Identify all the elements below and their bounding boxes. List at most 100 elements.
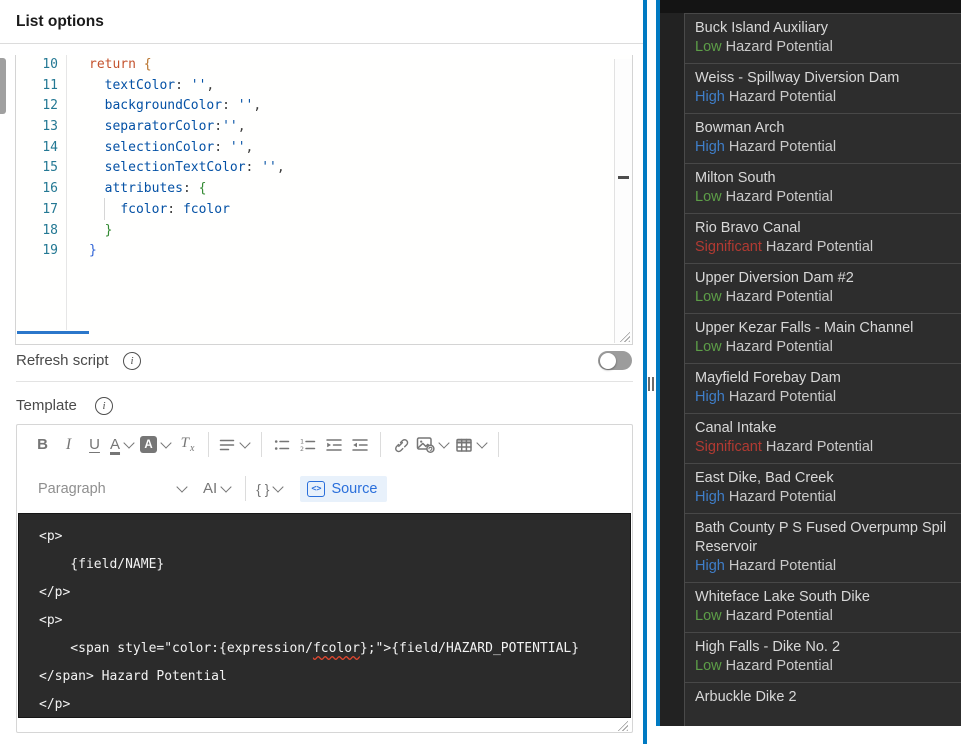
bold-button[interactable]: B xyxy=(30,432,55,458)
link-button[interactable] xyxy=(388,432,413,458)
toolbar-separator xyxy=(380,432,382,457)
feature-list-panel: Buck Island Auxiliary Low Hazard Potentia… xyxy=(660,0,961,726)
hazard-line: Low Hazard Potential xyxy=(695,657,955,676)
ai-dropdown[interactable]: AI xyxy=(203,480,232,497)
chevron-down-icon xyxy=(438,437,450,449)
font-color-button[interactable]: A xyxy=(108,432,137,458)
rte-toolbar-row2: Paragraph AI { } <> Source xyxy=(17,464,632,513)
hazard-line: High Hazard Potential xyxy=(695,557,955,576)
hazard-suffix: Hazard Potential xyxy=(761,239,874,255)
toolbar-separator xyxy=(261,432,263,457)
chevron-down-icon xyxy=(272,481,285,493)
source-line: </span> Hazard Potential xyxy=(39,663,630,691)
code-token: : xyxy=(245,160,262,176)
arcade-code-editor[interactable]: 10 11 12 13 14 15 16 17 18 19 return { textColor:… xyxy=(15,55,633,345)
list-item[interactable]: Upper Kezar Falls - Main Channel Low Haza… xyxy=(685,313,961,363)
source-line: </p> xyxy=(39,691,630,717)
indent-button[interactable] xyxy=(321,432,346,458)
alignment-button[interactable] xyxy=(216,432,253,458)
insert-image-button[interactable] xyxy=(414,432,452,458)
refresh-script-toggle[interactable] xyxy=(598,351,632,370)
editor-scrollbar-track[interactable] xyxy=(614,59,632,343)
feature-name: East Dike, Bad Creek xyxy=(695,470,834,486)
hazard-level: Low xyxy=(695,189,722,205)
numbered-list-button[interactable]: 1 2 xyxy=(295,432,320,458)
list-item[interactable]: Bowman Arch High Hazard Potential xyxy=(685,113,961,163)
list-item[interactable]: Rio Bravo Canal Significant Hazard Potent… xyxy=(685,213,961,263)
hazard-line: High Hazard Potential xyxy=(695,138,955,157)
hazard-line: Low Hazard Potential xyxy=(695,607,955,626)
template-editor: B I U A A Tx 1 2 Paragraph AI {} <> Sou… xyxy=(16,424,633,733)
source-toggle-button[interactable]: <> Source xyxy=(300,475,388,502)
hazard-suffix: Hazard Potential xyxy=(724,389,837,405)
hazard-suffix: Hazard Potential xyxy=(724,89,837,105)
paragraph-style-value: Paragraph xyxy=(38,480,106,497)
hazard-line: Low Hazard Potential xyxy=(695,38,955,57)
list-item[interactable]: Upper Diversion Dam #2 Low Hazard Potenti… xyxy=(685,263,961,313)
indent-icon xyxy=(325,438,342,451)
code-token: { xyxy=(198,181,207,197)
hazard-suffix: Hazard Potential xyxy=(721,339,833,355)
code-token: '' xyxy=(261,160,277,176)
refresh-info-icon[interactable]: i xyxy=(123,352,141,370)
hazard-level: High xyxy=(695,89,725,105)
list-item[interactable]: Bath County P S Fused Overpump Spil Rese… xyxy=(685,513,961,582)
hazard-suffix: Hazard Potential xyxy=(721,289,833,305)
list-item[interactable]: Arbuckle Dike 2 xyxy=(685,682,961,713)
list-item[interactable]: Mayfield Forebay Dam High Hazard Potentia… xyxy=(685,363,961,413)
template-resize-handle[interactable] xyxy=(615,718,628,731)
code-token: '' xyxy=(190,77,207,93)
feature-name: Milton South xyxy=(695,170,776,186)
source-token: </p> xyxy=(39,585,71,600)
code-token: , xyxy=(237,119,246,135)
code-token: : xyxy=(222,98,238,114)
code-content[interactable]: return { textColor: '', backgroundColor:… xyxy=(89,55,612,262)
code-token: : xyxy=(167,201,183,217)
html-source-textarea[interactable]: <p> {field/NAME} </p> <p> <span style="col… xyxy=(18,513,631,718)
highlight-button[interactable]: A xyxy=(138,432,174,458)
list-item[interactable]: Whiteface Lake South Dike Low Hazard Pote… xyxy=(685,582,961,632)
source-token: <p> xyxy=(39,529,63,544)
paragraph-style-dropdown[interactable]: Paragraph xyxy=(38,481,188,497)
splitter-grip-icon[interactable] xyxy=(648,377,654,391)
list-item[interactable]: Buck Island Auxiliary Low Hazard Potentia… xyxy=(685,13,961,63)
bulleted-list-button[interactable] xyxy=(269,432,294,458)
source-line: </p> xyxy=(39,579,630,607)
outdent-button[interactable] xyxy=(347,432,372,458)
hazard-line: High Hazard Potential xyxy=(695,488,955,507)
list-item[interactable]: Canal Intake Significant Hazard Potential xyxy=(685,413,961,463)
remove-format-button[interactable]: Tx xyxy=(175,432,200,458)
list-item[interactable]: Weiss - Spillway Diversion Dam High Hazar… xyxy=(685,63,961,113)
hazard-level: Low xyxy=(695,289,722,305)
italic-button[interactable]: I xyxy=(56,432,81,458)
feature-name: Whiteface Lake South Dike xyxy=(695,589,870,605)
chevron-down-icon xyxy=(160,437,172,449)
code-token: : xyxy=(214,119,223,135)
numbered-list-icon: 1 2 xyxy=(300,437,315,453)
template-info-icon[interactable]: i xyxy=(95,397,113,415)
insert-table-button[interactable] xyxy=(453,432,490,458)
code-line: } xyxy=(89,241,612,262)
feature-name: High Falls - Dike No. 2 xyxy=(695,639,841,655)
panel-splitter[interactable] xyxy=(647,0,656,744)
insert-field-dropdown[interactable]: { } xyxy=(256,481,285,497)
list-item[interactable]: High Falls - Dike No. 2 Low Hazard Potent… xyxy=(685,632,961,682)
hazard-level: Low xyxy=(695,608,722,624)
list-item[interactable]: Milton South Low Hazard Potential xyxy=(685,163,961,213)
ai-label: AI xyxy=(203,480,218,497)
underline-button[interactable]: U xyxy=(82,432,107,458)
code-token: fcolor xyxy=(182,201,230,217)
code-token: , xyxy=(245,139,254,155)
feature-name: Upper Diversion Dam #2 xyxy=(695,270,854,286)
list-item[interactable]: East Dike, Bad Creek High Hazard Potentia… xyxy=(685,463,961,513)
hazard-line: High Hazard Potential xyxy=(695,88,955,107)
hazard-suffix: Hazard Potential xyxy=(761,439,874,455)
link-icon xyxy=(395,439,409,453)
page-scrollbar-thumb[interactable] xyxy=(0,58,6,114)
editor-scrollbar-thumb[interactable] xyxy=(618,176,629,179)
editor-hscrollbar-thumb[interactable] xyxy=(17,331,89,334)
feature-name: Weiss - Spillway Diversion Dam xyxy=(695,70,900,86)
hazard-line: Low Hazard Potential xyxy=(695,338,955,357)
code-line: attributes: { xyxy=(89,179,612,200)
